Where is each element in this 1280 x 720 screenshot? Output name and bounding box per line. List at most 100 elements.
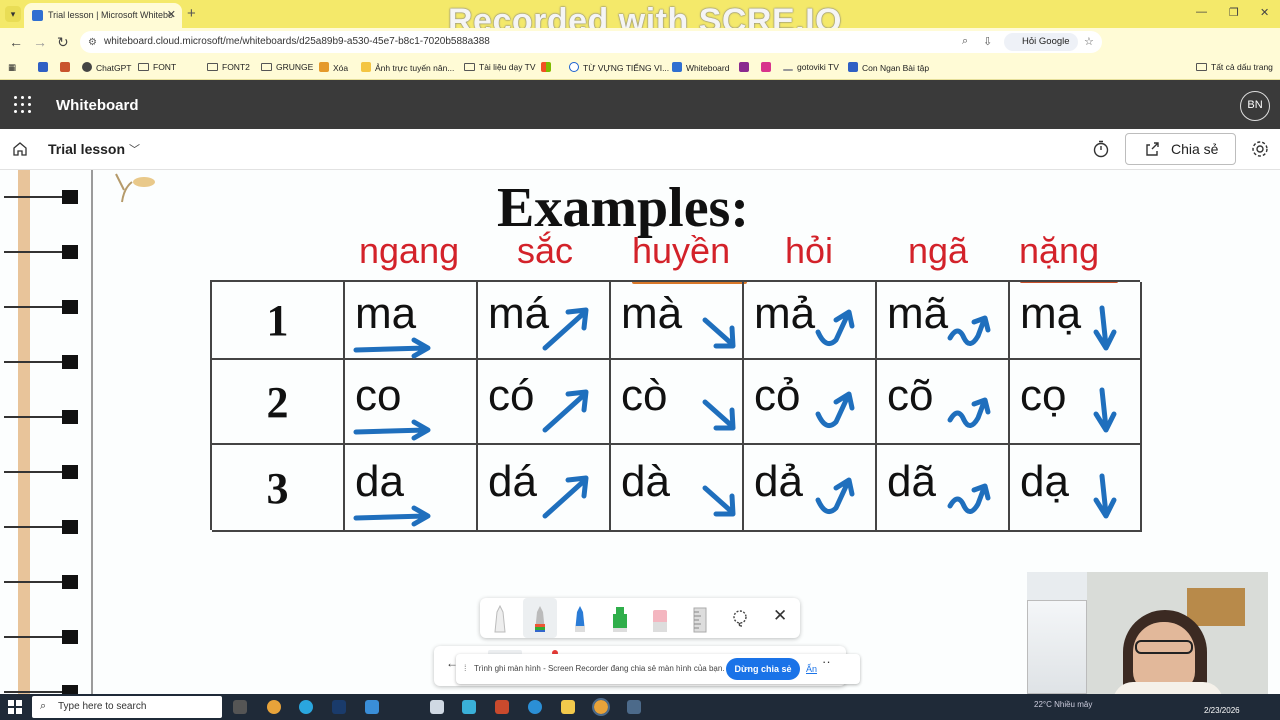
notebook-ring bbox=[4, 245, 78, 259]
bookmark-grunge[interactable]: GRUNGE bbox=[261, 62, 313, 72]
screen-share-bar: ← ⁞ Trình ghi màn hình - Screen Recorder… bbox=[434, 646, 860, 686]
photoshop-icon[interactable] bbox=[332, 700, 346, 714]
bookmark-icon-shield[interactable] bbox=[60, 62, 74, 73]
bookmark-con-ngan[interactable]: Con Ngan Bài tập bbox=[848, 62, 929, 73]
more-options-icon[interactable]: ·· bbox=[822, 654, 831, 669]
window-close-button[interactable]: ✕ bbox=[1260, 6, 1269, 19]
zoom-icon[interactable]: ⌕ bbox=[962, 35, 968, 48]
share-button[interactable]: Chia sẻ bbox=[1125, 133, 1236, 165]
bookmark-icon-blue[interactable] bbox=[38, 62, 52, 73]
syllable-cell: dà bbox=[611, 445, 744, 532]
tab-close-icon[interactable]: ✕ bbox=[167, 8, 176, 21]
hide-share-notice-link[interactable]: Ẩn bbox=[806, 664, 817, 674]
apps-grid-icon[interactable]: ▦ bbox=[8, 62, 16, 73]
eraser-icon[interactable] bbox=[651, 604, 669, 634]
maximize-button[interactable]: ❐ bbox=[1229, 6, 1239, 19]
bookmark-whiteboard[interactable]: Whiteboard bbox=[672, 62, 729, 73]
syllable-cell: cò bbox=[611, 360, 744, 445]
chrome-active-icon[interactable] bbox=[592, 698, 610, 716]
app-launcher-icon[interactable] bbox=[14, 96, 32, 114]
pen-white-icon[interactable] bbox=[491, 604, 509, 634]
drag-handle-icon[interactable]: ⁞ bbox=[464, 663, 467, 673]
syllable-cell: mả bbox=[744, 282, 877, 360]
address-bar[interactable]: ⚙ whiteboard.cloud.microsoft/me/whiteboa… bbox=[80, 31, 1102, 53]
file-explorer-icon[interactable] bbox=[561, 700, 575, 714]
forward-arrow-icon[interactable]: → bbox=[33, 34, 47, 50]
highlighter-green-icon[interactable] bbox=[611, 604, 629, 634]
chrome-icon[interactable] bbox=[267, 700, 281, 714]
syllable-cell: cọ bbox=[1010, 360, 1142, 445]
mail-icon[interactable] bbox=[430, 700, 444, 714]
windows-taskbar: ⌕ Type here to search 22°C Nhiều mây 2/2… bbox=[0, 694, 1280, 720]
tone-examples-table: 1 ma má mà mả mã mạ 2 co có cò cỏ cõ cọ 3 da dá dà dả dã dạ bbox=[210, 280, 1142, 532]
task-view-icon[interactable] bbox=[233, 700, 247, 714]
edge-icon[interactable] bbox=[528, 700, 542, 714]
stop-sharing-button[interactable]: Dừng chia sẻ bbox=[726, 658, 800, 680]
taskbar-search-placeholder: Type here to search bbox=[58, 701, 147, 712]
store-icon[interactable] bbox=[365, 700, 379, 714]
syllable-cell: co bbox=[345, 360, 478, 445]
bookmark-microsoft-icon[interactable] bbox=[541, 62, 555, 73]
user-avatar[interactable]: BN bbox=[1240, 91, 1270, 121]
lasso-select-icon[interactable] bbox=[731, 609, 749, 627]
powerpoint-icon[interactable] bbox=[495, 700, 509, 714]
pen-blue-icon[interactable] bbox=[571, 604, 589, 634]
tab-search-menu-button[interactable]: ▾ bbox=[5, 6, 21, 22]
ask-google-button[interactable]: Hỏi Google bbox=[1004, 33, 1078, 51]
screen-recorder-icon[interactable] bbox=[627, 700, 641, 714]
site-info-icon[interactable]: ⚙ bbox=[88, 37, 97, 48]
reload-icon[interactable]: ↻ bbox=[57, 34, 69, 51]
bookmark-tai-lieu[interactable]: Tài liệu dạy TV bbox=[464, 62, 536, 72]
bookmark-star-icon[interactable]: ☆ bbox=[1084, 35, 1094, 48]
tone-label-ngang: ngang bbox=[359, 230, 460, 271]
taskbar-search-box[interactable]: ⌕ Type here to search bbox=[32, 696, 222, 718]
notebook-ring bbox=[4, 575, 78, 589]
app-title: Whiteboard bbox=[56, 97, 139, 114]
syllable-cell: dạ bbox=[1010, 445, 1142, 532]
share-label: Chia sẻ bbox=[1171, 141, 1219, 157]
install-app-icon[interactable]: ⇩ bbox=[983, 35, 992, 48]
new-tab-button[interactable]: + bbox=[187, 5, 196, 22]
board-name[interactable]: Trial lesson bbox=[48, 141, 125, 157]
notebook-margin-line bbox=[91, 170, 93, 694]
tone-label-sac: sắc bbox=[517, 230, 574, 271]
inking-toolbar: ✕ bbox=[480, 598, 800, 638]
ask-google-label: Hỏi Google bbox=[1022, 36, 1070, 47]
bookmark-xoa[interactable]: Xóa bbox=[319, 62, 348, 73]
notebook-ring bbox=[4, 520, 78, 534]
telegram-icon[interactable] bbox=[299, 700, 313, 714]
windows-start-icon[interactable] bbox=[8, 700, 22, 714]
tab-title: Trial lesson | Microsoft Whitebo bbox=[48, 10, 174, 20]
webcam-painting bbox=[1187, 588, 1245, 626]
bookmark-tu-vung[interactable]: TỪ VỰNG TIẾNG VI... bbox=[569, 62, 669, 73]
ruler-icon[interactable] bbox=[691, 604, 709, 634]
row-number-cell: 1 bbox=[212, 282, 345, 360]
syllable-cell: cỏ bbox=[744, 360, 877, 445]
back-arrow-icon[interactable]: ← bbox=[9, 34, 23, 50]
chevron-down-icon[interactable]: ﹀ bbox=[129, 141, 140, 157]
maps-icon[interactable] bbox=[462, 700, 476, 714]
bookmark-anh-truc-tuyen[interactable]: Ảnh trực tuyến nân... bbox=[361, 62, 454, 73]
webcam-person-shirt bbox=[1113, 682, 1223, 694]
notebook-ring bbox=[4, 465, 78, 479]
timer-icon[interactable] bbox=[1092, 140, 1110, 158]
browser-tab-active[interactable]: Trial lesson | Microsoft Whitebo ✕ bbox=[24, 3, 182, 28]
minimize-button[interactable]: — bbox=[1196, 6, 1207, 18]
bookmark-font2[interactable]: FONT2 bbox=[207, 62, 250, 72]
bookmark-gotoviki[interactable]: gotoviki TV bbox=[783, 62, 839, 72]
syllable-cell: dả bbox=[744, 445, 877, 532]
pen-rainbow-icon[interactable] bbox=[531, 604, 549, 634]
tone-label-nang: nặng bbox=[1019, 230, 1100, 271]
close-toolbar-icon[interactable]: ✕ bbox=[773, 606, 787, 626]
syllable-cell: dá bbox=[478, 445, 611, 532]
bookmark-icon-purple[interactable] bbox=[739, 62, 753, 73]
syllable-cell: có bbox=[478, 360, 611, 445]
tone-label-huyen: huyền bbox=[632, 230, 731, 271]
bookmark-icon-instagram[interactable] bbox=[761, 62, 775, 73]
bookmark-chatgpt[interactable]: ChatGPT bbox=[82, 62, 131, 73]
bookmark-all[interactable]: Tất cả dấu trang bbox=[1196, 62, 1273, 72]
notebook-ring bbox=[4, 190, 78, 204]
home-icon[interactable] bbox=[12, 141, 28, 157]
bookmark-font[interactable]: FONT bbox=[138, 62, 176, 72]
settings-gear-icon[interactable] bbox=[1251, 140, 1269, 158]
